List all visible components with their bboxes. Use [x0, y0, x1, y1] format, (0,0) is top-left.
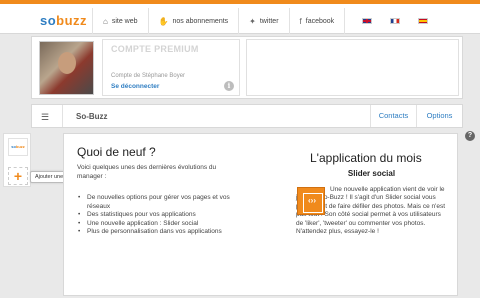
list-item: Des statistiques pour vos applications [77, 211, 247, 220]
nav-subscriptions[interactable]: ✋ nos abonnements [147, 8, 239, 34]
app-name: Slider social [347, 169, 396, 178]
list-menu-icon[interactable]: ☰ [41, 112, 49, 123]
account-card: COMPTE PREMIUM Compte de Stéphane Boyer … [102, 39, 240, 96]
top-bar: sobuzz ⌂ site web ✋ nos abonnements ✦ twitt… [0, 0, 480, 34]
profile-panel: COMPTE PREMIUM Compte de Stéphane Boyer … [31, 36, 463, 99]
info-icon[interactable]: i [224, 81, 234, 91]
tab-options[interactable]: Options [416, 105, 462, 127]
home-icon: ⌂ [103, 16, 108, 26]
sobuzz-page-icon[interactable]: sobuzz [8, 138, 28, 156]
list-item: Plus de personnalisation dans vos applic… [77, 228, 247, 237]
pages-sidebar: sobuzz + [3, 133, 31, 187]
top-nav: ⌂ site web ✋ nos abonnements ✦ twitter f fac… [92, 8, 445, 34]
language-selector [344, 8, 445, 34]
news-list: De nouvelles options pour gérer vos page… [77, 194, 247, 237]
tab-contacts[interactable]: Contacts [370, 105, 416, 127]
add-page-button[interactable]: + [8, 167, 28, 185]
twitter-icon: ✦ [249, 16, 256, 26]
help-icon[interactable]: ? [465, 131, 475, 141]
spain-flag-icon[interactable] [418, 18, 429, 24]
news-intro: Voici quelques unes des dernières évolut… [77, 164, 217, 180]
logout-link[interactable]: Se déconnecter [111, 83, 159, 90]
avatar [39, 41, 94, 95]
nav-twitter[interactable]: ✦ twitter [238, 8, 288, 34]
france-flag-icon[interactable] [390, 18, 401, 24]
thumbs-up-icon: ✋ [158, 16, 169, 26]
uk-flag-icon[interactable] [362, 18, 373, 24]
account-owner: Compte de Stéphane Boyer [111, 73, 186, 79]
toolbar-divider [62, 105, 63, 127]
list-item: Une nouvelle application : Slider social [77, 220, 247, 229]
sobuzz-logo[interactable]: sobuzz [40, 13, 87, 28]
app-of-month-title: L'application du mois [310, 151, 422, 165]
profile-extra-panel [246, 39, 459, 96]
news-title: Quoi de neuf ? [77, 145, 156, 159]
page-title: So-Buzz [76, 112, 108, 121]
page-toolbar: ☰ So-Buzz Contacts Options [31, 104, 463, 128]
plan-label: COMPTE PREMIUM [111, 44, 199, 54]
facebook-icon: f [299, 16, 302, 26]
slider-app-icon[interactable] [297, 187, 326, 215]
list-item: De nouvelles options pour gérer vos page… [77, 194, 247, 211]
nav-facebook[interactable]: f facebook [288, 8, 345, 34]
nav-site-web[interactable]: ⌂ site web [92, 8, 148, 34]
dashboard-content: Quoi de neuf ? Voici quelques unes des d… [63, 133, 458, 296]
